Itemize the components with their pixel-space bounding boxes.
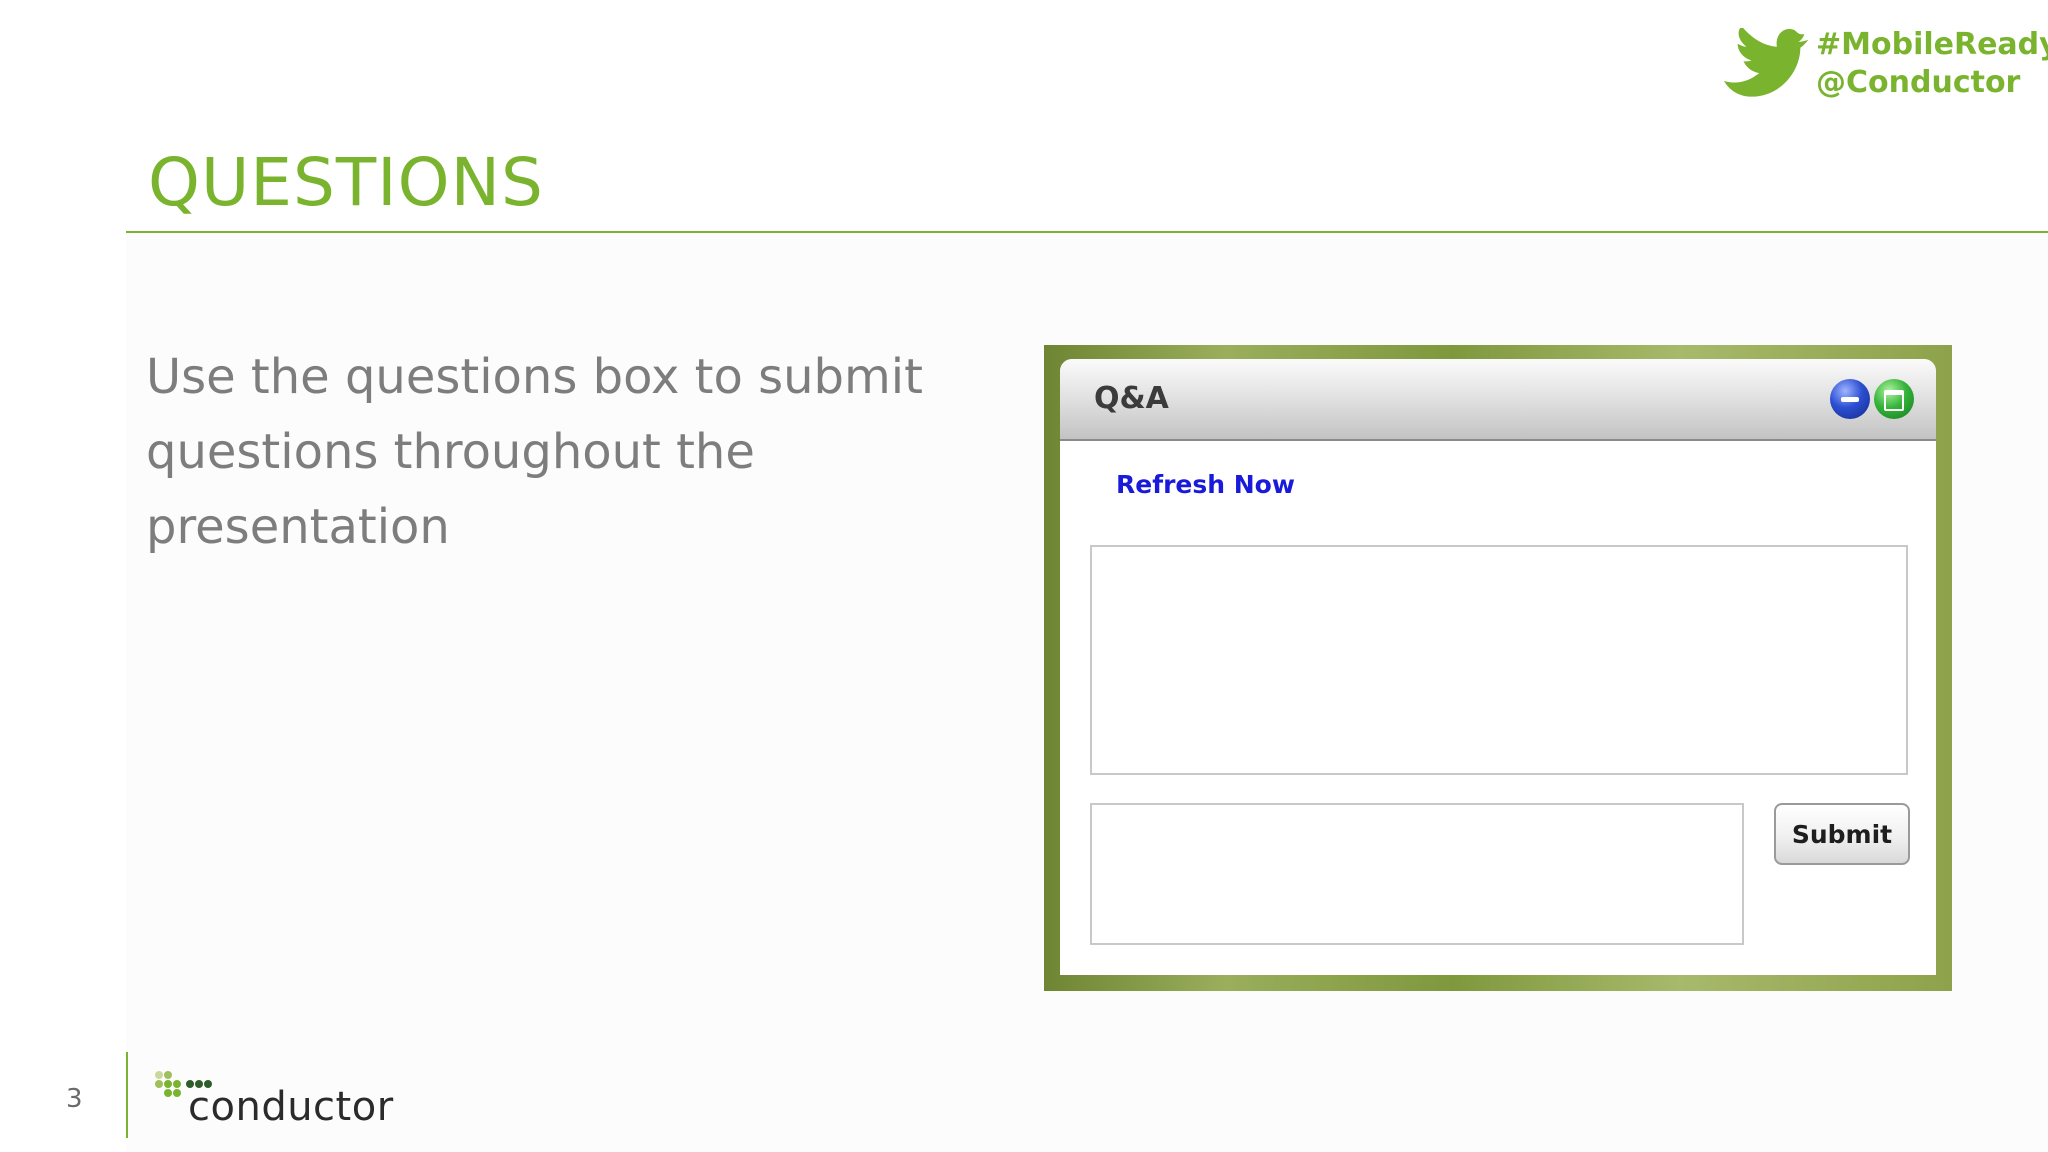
qa-panel: Q&A Refresh Now Submit [1044, 345, 1952, 991]
minimize-icon[interactable] [1830, 379, 1870, 419]
title-divider [126, 231, 2048, 233]
twitter-bird-icon [1723, 28, 1809, 97]
qa-window: Q&A Refresh Now Submit [1060, 359, 1936, 975]
twitter-handle-label: @Conductor [1816, 65, 2021, 100]
question-input[interactable] [1090, 803, 1744, 945]
instructions-text: Use the questions box to submit question… [146, 349, 923, 555]
submit-button[interactable]: Submit [1774, 803, 1910, 865]
qa-title: Q&A [1094, 381, 1169, 416]
slide-title: QUESTIONS [148, 144, 544, 221]
maximize-icon[interactable] [1874, 379, 1914, 419]
refresh-now-link[interactable]: Refresh Now [1116, 467, 1295, 503]
twitter-block: #MobileReady @Conductor [1720, 26, 2048, 106]
qa-header: Q&A [1060, 359, 1936, 441]
footer-divider [126, 1052, 128, 1138]
logo-text: conductor [188, 1084, 394, 1130]
qa-messages-list[interactable] [1090, 545, 1908, 775]
conductor-logo: conductor [154, 1070, 394, 1130]
page-number: 3 [66, 1084, 83, 1114]
hashtag-label: #MobileReady [1816, 27, 2048, 62]
